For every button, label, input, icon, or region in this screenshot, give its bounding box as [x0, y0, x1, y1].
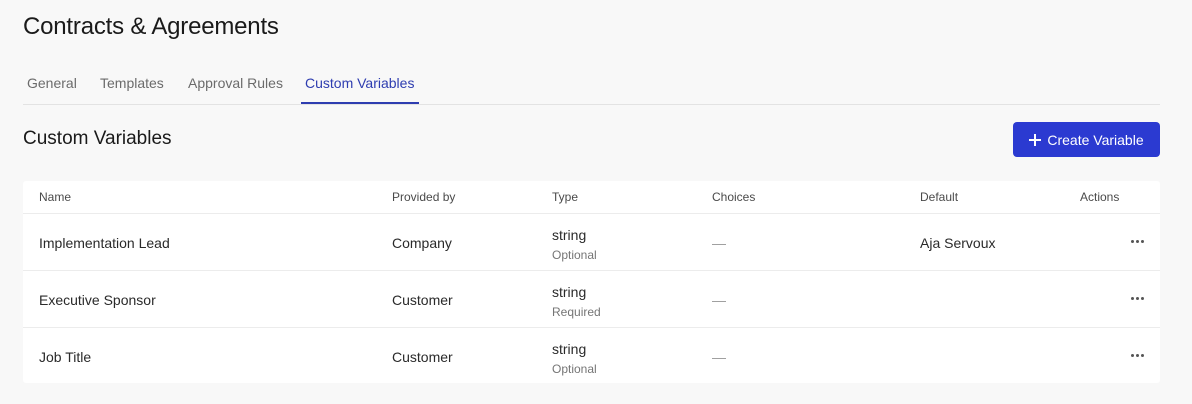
tab-custom-variables[interactable]: Custom Variables	[301, 66, 419, 104]
table-row[interactable]: Job Title Customer string Optional —	[23, 328, 1160, 384]
table-row[interactable]: Executive Sponsor Customer string Requir…	[23, 271, 1160, 328]
variable-default: Aja Servoux	[920, 235, 996, 251]
tab-general[interactable]: General	[23, 66, 81, 104]
plus-icon	[1029, 133, 1042, 146]
tab-approval-rules[interactable]: Approval Rules	[184, 66, 287, 104]
tab-templates[interactable]: Templates	[96, 66, 168, 104]
column-header-actions: Actions	[1080, 190, 1120, 204]
provided-by: Company	[392, 235, 452, 251]
variable-choices: —	[712, 349, 726, 365]
provided-by: Customer	[392, 292, 453, 308]
variable-requirement: Optional	[552, 362, 597, 376]
column-header-type[interactable]: Type	[552, 190, 578, 204]
variable-type: string	[552, 227, 587, 243]
table-header: Name Provided by Type Choices Default Ac…	[23, 181, 1160, 214]
variable-type: string	[552, 284, 587, 300]
table-row[interactable]: Implementation Lead Company string Optio…	[23, 214, 1160, 271]
variable-choices: —	[712, 235, 726, 251]
variable-requirement: Optional	[552, 248, 597, 262]
variable-requirement: Required	[552, 305, 601, 319]
column-header-provided-by[interactable]: Provided by	[392, 190, 455, 204]
variable-type: string	[552, 341, 587, 357]
column-header-default[interactable]: Default	[920, 190, 958, 204]
create-variable-button[interactable]: Create Variable	[1013, 122, 1160, 157]
section-title: Custom Variables	[23, 128, 172, 149]
page: Contracts & Agreements General Templates…	[0, 0, 1192, 404]
create-variable-label: Create Variable	[1047, 131, 1144, 148]
variable-name: Implementation Lead	[39, 235, 170, 251]
variable-name: Executive Sponsor	[39, 292, 156, 308]
provided-by: Customer	[392, 349, 453, 365]
variables-table: Name Provided by Type Choices Default Ac…	[23, 181, 1160, 383]
page-title: Contracts & Agreements	[23, 13, 279, 40]
tab-bar: General Templates Approval Rules Custom …	[23, 66, 1160, 105]
column-header-name[interactable]: Name	[39, 190, 71, 204]
more-horizontal-icon[interactable]	[1131, 291, 1145, 305]
variable-choices: —	[712, 292, 726, 308]
more-horizontal-icon[interactable]	[1131, 234, 1145, 248]
variable-name: Job Title	[39, 349, 92, 365]
column-header-choices[interactable]: Choices	[712, 190, 755, 204]
more-horizontal-icon[interactable]	[1131, 348, 1145, 362]
